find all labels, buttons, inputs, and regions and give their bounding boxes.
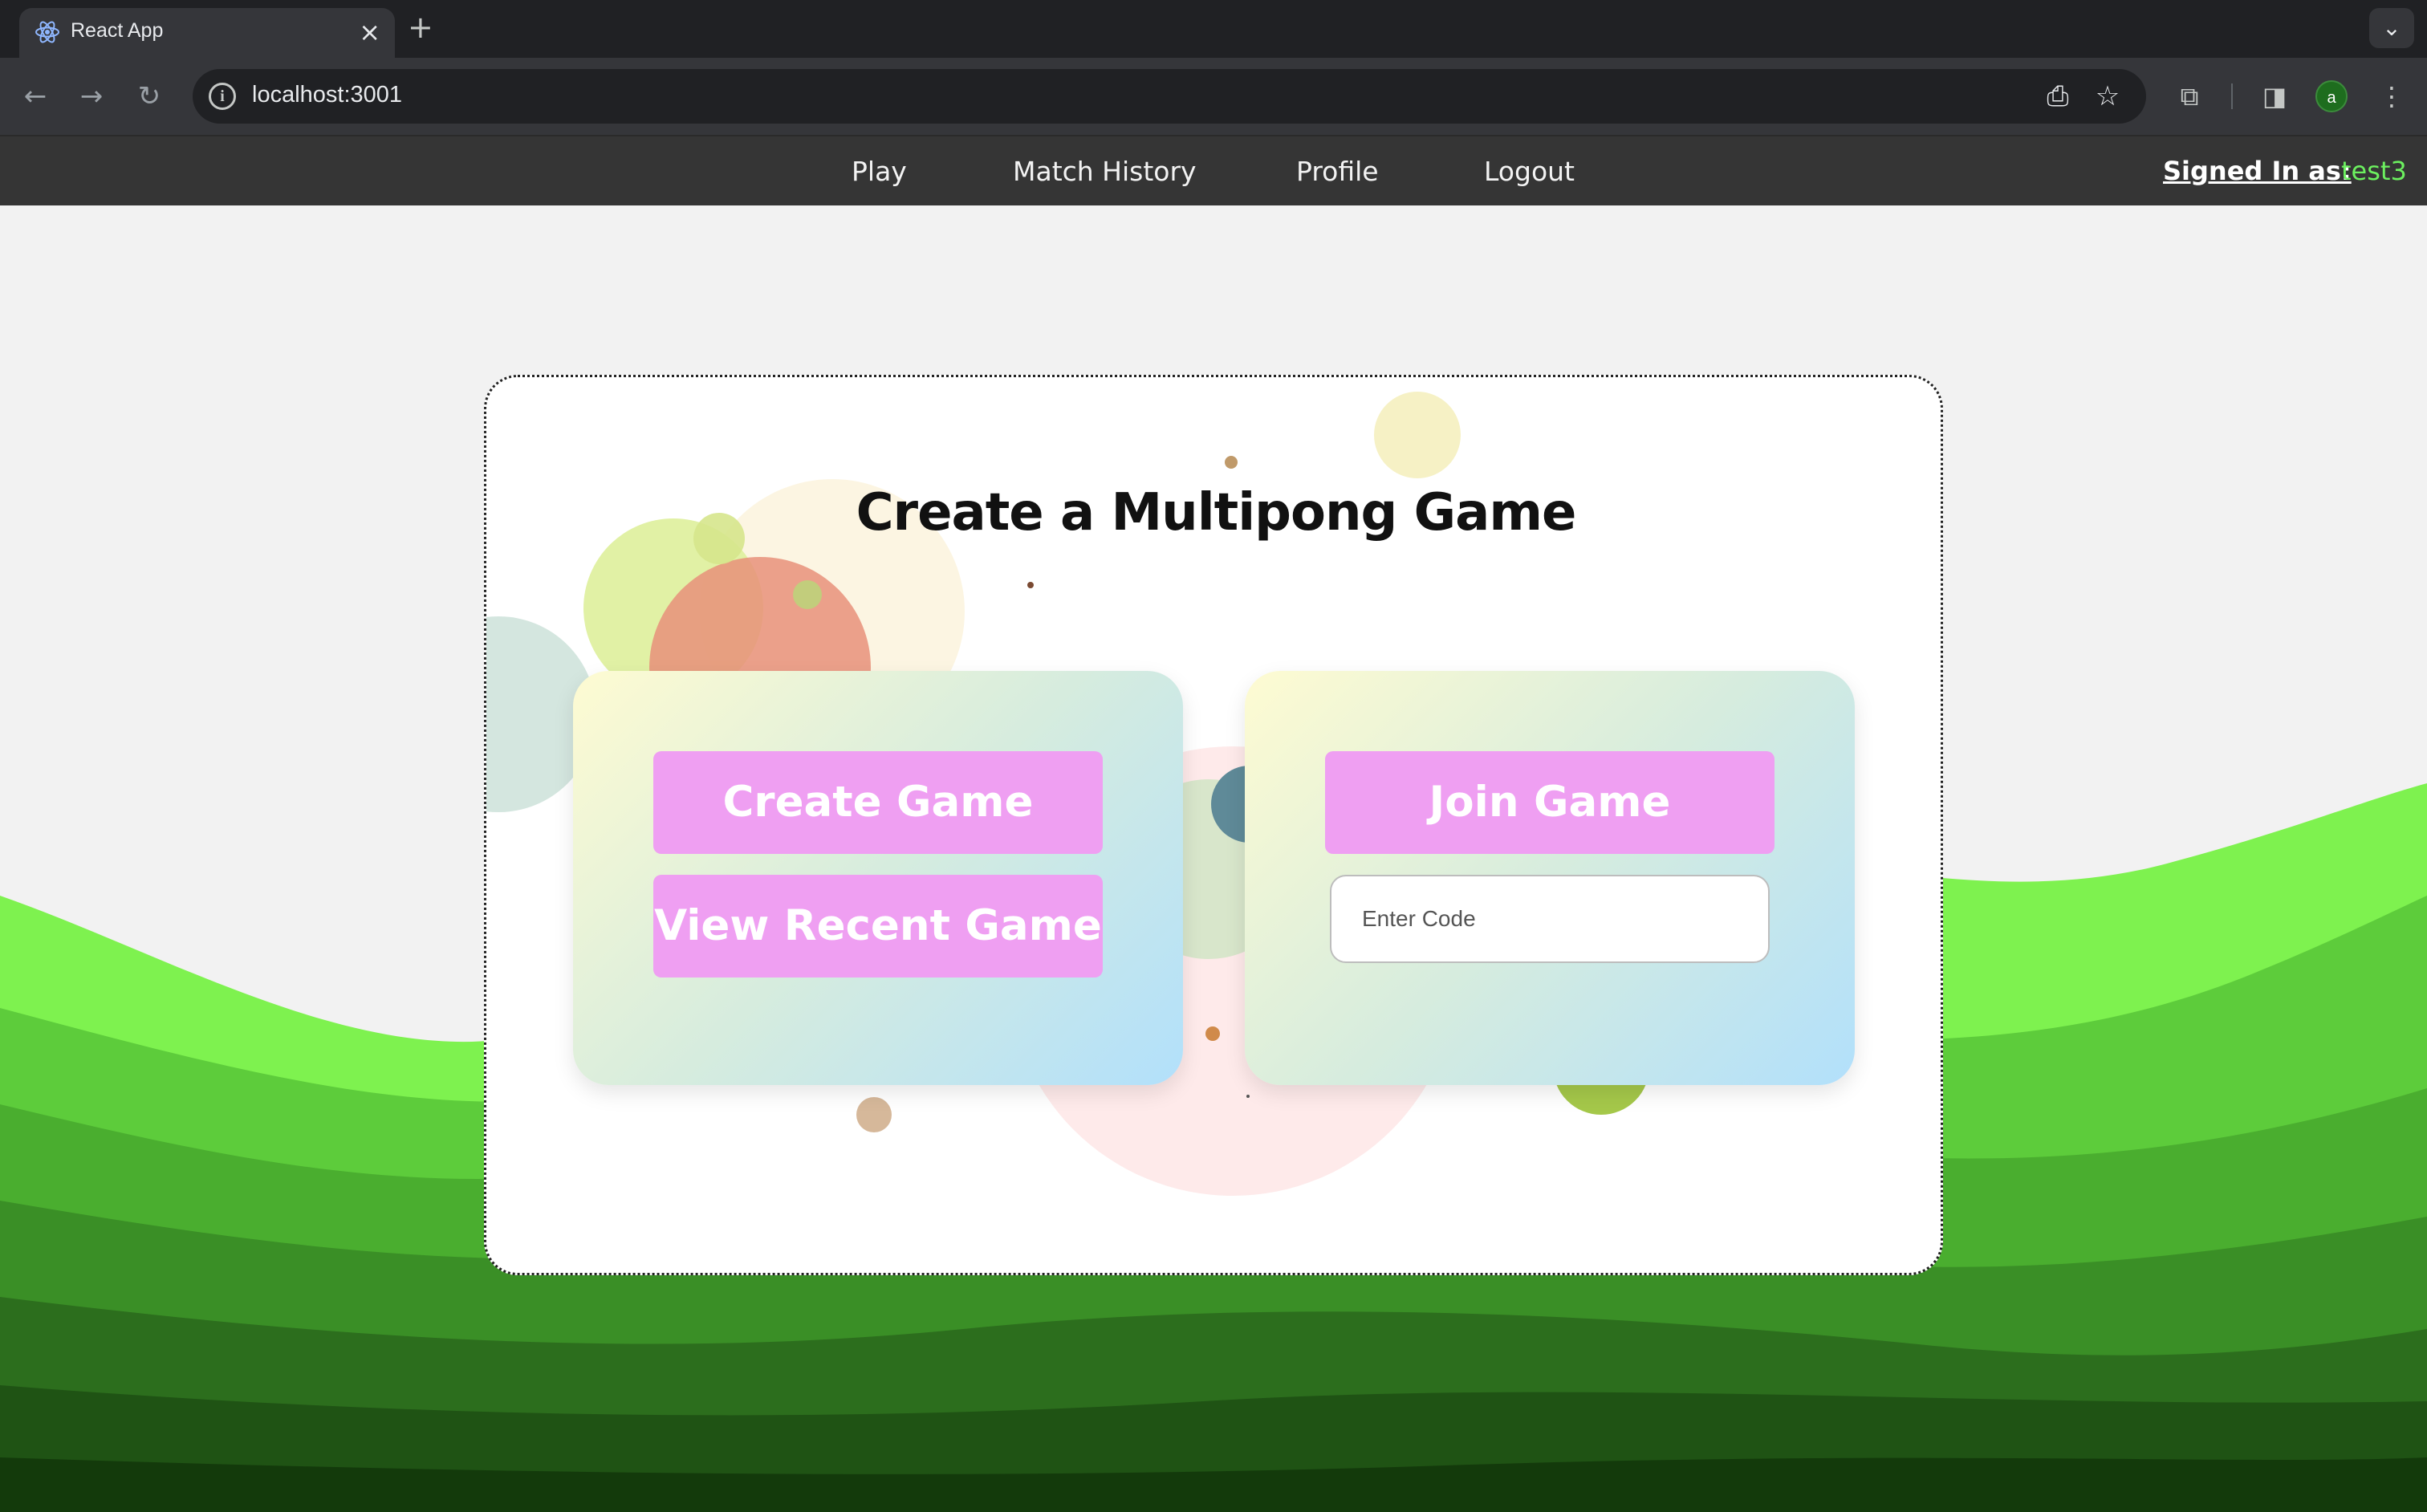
more-menu-icon[interactable]: ⋮ xyxy=(2371,75,2413,117)
nav-link-play[interactable]: Play xyxy=(852,156,907,187)
reload-icon[interactable]: ↻ xyxy=(127,74,172,119)
page-title: Create a Multipong Game xyxy=(856,483,1577,543)
browser-toolbar: ← → ↻ i localhost:3001 ⎙ ☆ ⧉ ◨ a ⋮ xyxy=(0,58,2427,135)
nav-link-logout[interactable]: Logout xyxy=(1484,156,1575,187)
profile-avatar[interactable]: a xyxy=(2315,80,2348,112)
nav-link-profile[interactable]: Profile xyxy=(1296,156,1379,187)
site-info-icon[interactable]: i xyxy=(209,83,236,110)
signed-in-label: Signed In as: xyxy=(2163,156,2352,186)
toolbar-divider xyxy=(2231,83,2233,109)
bookmark-star-icon[interactable]: ☆ xyxy=(2090,79,2125,114)
create-game-button[interactable]: Create Game xyxy=(653,751,1103,854)
tab-title: React App xyxy=(71,19,164,42)
address-bar[interactable]: i localhost:3001 ⎙ ☆ xyxy=(193,69,2146,124)
close-tab-icon[interactable]: × xyxy=(359,16,380,48)
join-game-button[interactable]: Join Game xyxy=(1325,751,1775,854)
app-navbar: Play Match History Profile Logout Signed… xyxy=(0,135,2427,205)
back-arrow-icon[interactable]: ← xyxy=(13,74,58,119)
tab-search-chevron-icon[interactable]: ⌄ xyxy=(2369,8,2414,48)
game-card: Create a Multipong Game Create Game View… xyxy=(484,375,1943,1275)
create-game-panel: Create Game View Recent Game xyxy=(573,671,1183,1085)
browser-tab[interactable]: React App × xyxy=(19,8,395,58)
extensions-puzzle-icon[interactable]: ⧉ xyxy=(2169,75,2210,117)
install-app-icon[interactable]: ⎙ xyxy=(2040,79,2075,114)
new-tab-icon[interactable]: + xyxy=(408,10,433,45)
forward-arrow-icon[interactable]: → xyxy=(69,74,114,119)
view-recent-game-button[interactable]: View Recent Game xyxy=(653,875,1103,978)
url-text[interactable]: localhost:3001 xyxy=(252,82,402,108)
nav-link-match-history[interactable]: Match History xyxy=(1013,156,1197,187)
browser-tab-strip: React App × + ⌄ xyxy=(0,0,2427,58)
game-code-input[interactable] xyxy=(1330,875,1770,963)
join-game-panel: Join Game xyxy=(1245,671,1855,1085)
side-panel-icon[interactable]: ◨ xyxy=(2254,75,2295,117)
signed-in-username: test3 xyxy=(2341,156,2407,186)
react-logo-icon xyxy=(35,21,59,43)
